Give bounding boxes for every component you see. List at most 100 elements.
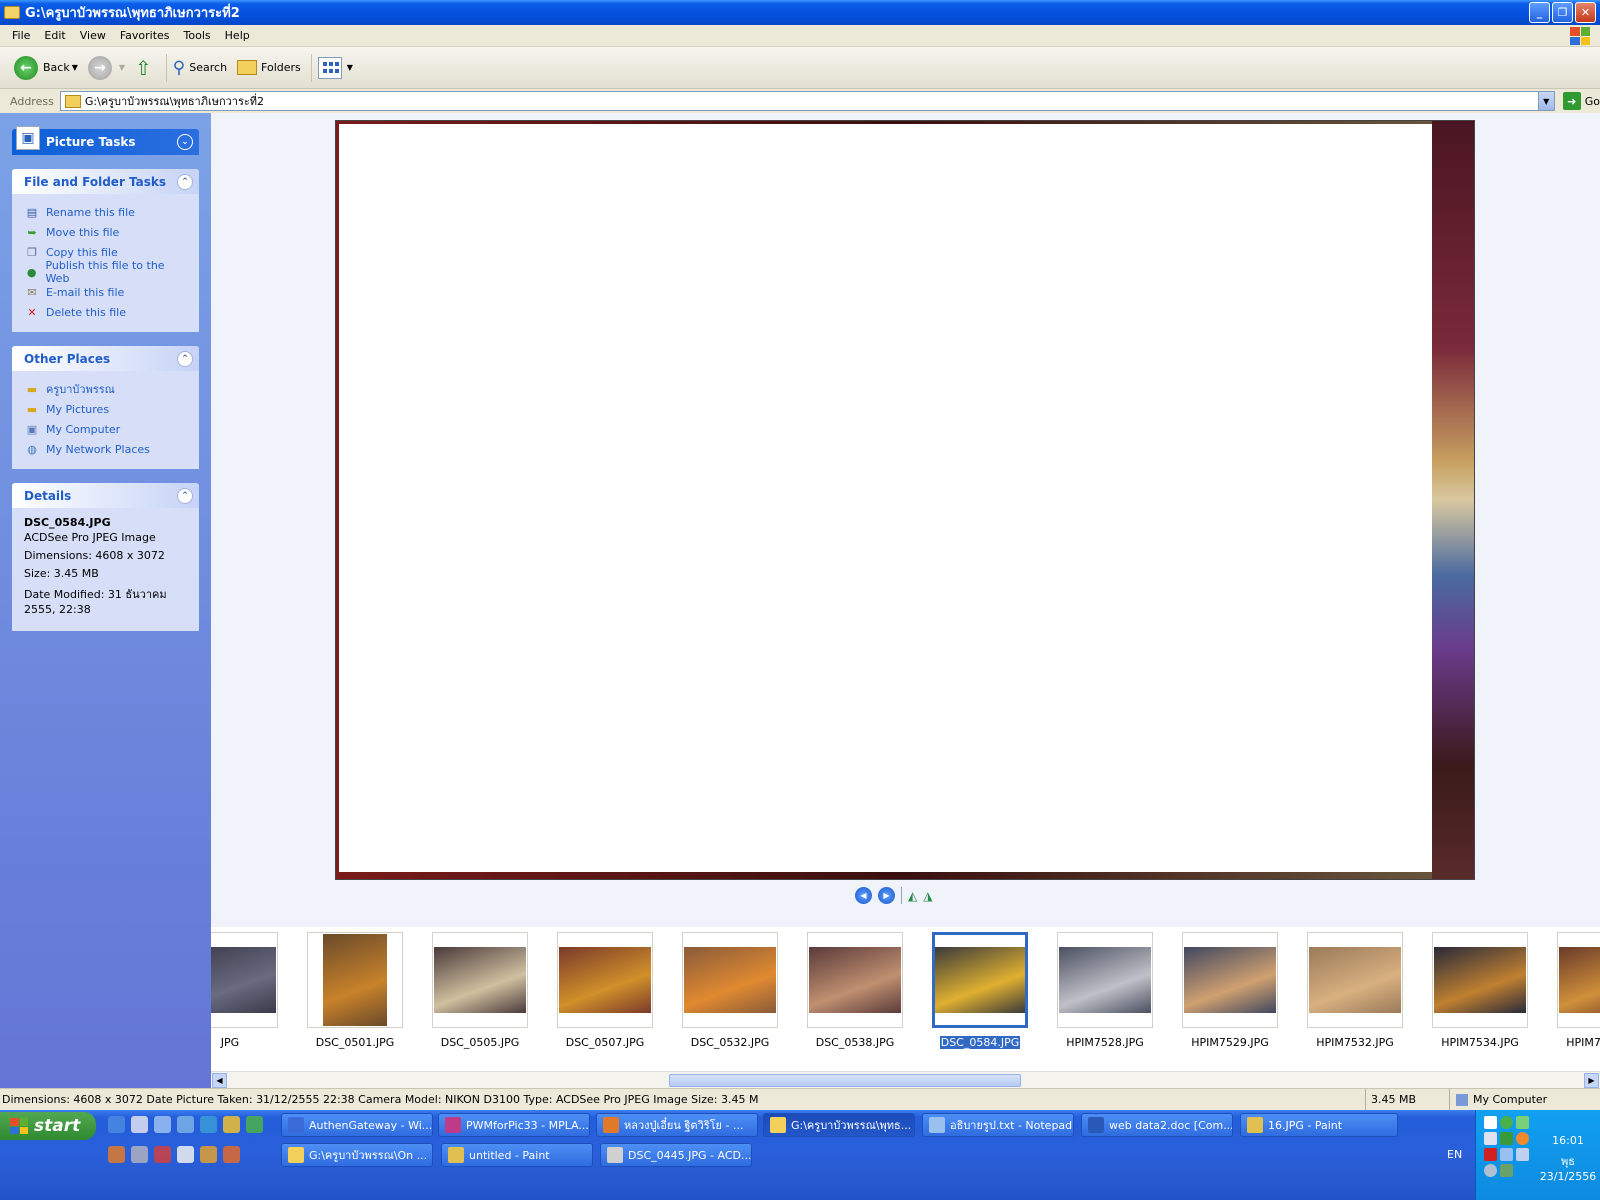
back-dropdown-icon[interactable]: ▼ bbox=[72, 63, 78, 72]
filmstrip-thumbnail[interactable]: HPIM7532.JPG bbox=[1307, 932, 1403, 1049]
place-my-computer[interactable]: ▣ My Computer bbox=[24, 419, 187, 439]
tray-icon[interactable] bbox=[1516, 1116, 1529, 1129]
quick-launch-icon[interactable] bbox=[246, 1116, 263, 1133]
picture-tasks-header[interactable]: ▣ Picture Tasks ⌄ bbox=[12, 126, 199, 155]
place-my-pictures[interactable]: ▬ My Pictures bbox=[24, 399, 187, 419]
filmstrip-thumbnail[interactable]: DSC_0505.JPG bbox=[432, 932, 528, 1049]
ati-icon[interactable] bbox=[1484, 1148, 1497, 1161]
go-button[interactable]: ➜ Go bbox=[1562, 92, 1600, 110]
forward-button[interactable]: → ▼ bbox=[87, 55, 125, 80]
place-parent-folder[interactable]: ▬ ครูบาบัวพรรณ bbox=[24, 379, 187, 399]
filmstrip-thumbnail[interactable]: DSC_0501.JPG bbox=[307, 932, 403, 1049]
clock-time[interactable]: 16:01 bbox=[1538, 1134, 1598, 1147]
collapse-chevron-icon[interactable]: ⌃ bbox=[177, 351, 193, 367]
tray-icon[interactable] bbox=[1484, 1132, 1497, 1145]
taskbar-window-button[interactable]: 16.JPG - Paint bbox=[1240, 1113, 1398, 1137]
details-size: Size: 3.45 MB bbox=[24, 567, 99, 580]
filmstrip-thumbnail[interactable]: HPIM7535.JPG bbox=[1557, 932, 1600, 1049]
quick-launch-icon[interactable] bbox=[131, 1146, 148, 1163]
menu-tools[interactable]: Tools bbox=[184, 29, 211, 42]
quick-launch-icon[interactable] bbox=[154, 1146, 171, 1163]
minimize-button[interactable]: _ bbox=[1529, 2, 1550, 23]
menu-edit[interactable]: Edit bbox=[44, 29, 65, 42]
taskbar-window-button[interactable]: G:\ครูบาบัวพรรณ\On ... bbox=[281, 1143, 433, 1167]
quick-launch-icon[interactable] bbox=[131, 1116, 148, 1133]
tray-icon[interactable] bbox=[1516, 1132, 1529, 1145]
filmstrip-thumbnail[interactable]: DSC_0532.JPG bbox=[682, 932, 778, 1049]
quick-launch-icon[interactable] bbox=[108, 1146, 125, 1163]
rename-file-link[interactable]: ▤ Rename this file bbox=[24, 202, 187, 222]
expand-chevron-icon[interactable]: ⌄ bbox=[177, 134, 193, 150]
app-icon bbox=[603, 1117, 619, 1133]
quick-launch-icon[interactable] bbox=[177, 1146, 194, 1163]
other-places-header[interactable]: Other Places ⌃ bbox=[12, 346, 199, 371]
filmstrip-thumbnail[interactable]: HPIM7528.JPG bbox=[1057, 932, 1153, 1049]
scroll-right-icon[interactable]: ▶ bbox=[1584, 1073, 1599, 1088]
previous-image-icon[interactable]: ◀ bbox=[855, 887, 872, 904]
filmstrip-thumbnail[interactable]: HPIM7534.JPG bbox=[1432, 932, 1528, 1049]
thumbnail-photo bbox=[809, 947, 901, 1013]
rotate-counterclockwise-icon[interactable]: ◮ bbox=[923, 889, 932, 903]
quick-launch-icon[interactable] bbox=[223, 1146, 240, 1163]
place-my-network-places[interactable]: ◍ My Network Places bbox=[24, 439, 187, 459]
taskbar-window-button[interactable]: อธิบายรูป.txt - Notepad bbox=[922, 1113, 1074, 1137]
quick-launch-icon[interactable] bbox=[154, 1116, 171, 1133]
quick-launch-icon[interactable] bbox=[200, 1146, 217, 1163]
quick-launch-icon[interactable] bbox=[108, 1116, 125, 1133]
thumbnail-label: DSC_0538.JPG bbox=[787, 1036, 923, 1049]
up-folder-button[interactable]: ⇧ bbox=[135, 56, 156, 80]
address-input[interactable]: G:\ครูบาบัวพรรณ\พุทธาภิเษกวาระที่2 ▼ bbox=[59, 91, 1555, 111]
folders-button[interactable]: Folders bbox=[237, 60, 301, 75]
taskbar-window-button[interactable]: หลวงปู่เอี๋ยน ฐิตวิริโย - ... bbox=[596, 1113, 758, 1137]
email-file-link[interactable]: ✉ E-mail this file bbox=[24, 282, 187, 302]
start-button[interactable]: start bbox=[0, 1112, 96, 1140]
taskbar-window-button[interactable]: web data2.doc [Com... bbox=[1081, 1113, 1233, 1137]
tray-icon[interactable] bbox=[1500, 1164, 1513, 1177]
taskbar-window-button[interactable]: untitled - Paint bbox=[441, 1143, 593, 1167]
scroll-left-icon[interactable]: ◀ bbox=[212, 1073, 227, 1088]
maximize-button[interactable]: ❐ bbox=[1552, 2, 1573, 23]
address-dropdown-icon[interactable]: ▼ bbox=[1537, 92, 1554, 110]
taskbar-window-button[interactable]: DSC_0445.JPG - ACD... bbox=[600, 1143, 752, 1167]
language-indicator[interactable]: EN bbox=[1447, 1148, 1462, 1161]
taskbar-window-button[interactable]: AuthenGateway - Wi... bbox=[281, 1113, 433, 1137]
move-file-link[interactable]: ➥ Move this file bbox=[24, 222, 187, 242]
tray-icon[interactable] bbox=[1516, 1148, 1529, 1161]
tray-icon[interactable] bbox=[1500, 1116, 1513, 1129]
rotate-clockwise-icon[interactable]: ◭ bbox=[908, 889, 917, 903]
forward-dropdown-icon[interactable]: ▼ bbox=[119, 63, 125, 72]
collapse-chevron-icon[interactable]: ⌃ bbox=[177, 488, 193, 504]
filmstrip-thumbnail[interactable]: JPG bbox=[211, 932, 278, 1049]
menu-view[interactable]: View bbox=[80, 29, 106, 42]
taskbar-window-button[interactable]: G:\ครูบาบัวพรรณ\พุทธ... bbox=[763, 1113, 915, 1137]
filmstrip-thumbnail[interactable]: DSC_0507.JPG bbox=[557, 932, 653, 1049]
filmstrip-thumbnail[interactable]: DSC_0538.JPG bbox=[807, 932, 903, 1049]
thumbnail-filename: HPIM7534.JPG bbox=[1441, 1036, 1519, 1049]
menu-file[interactable]: File bbox=[12, 29, 30, 42]
collapse-chevron-icon[interactable]: ⌃ bbox=[177, 174, 193, 190]
back-button[interactable]: ← Back ▼ bbox=[14, 55, 78, 80]
taskbar-window-button[interactable]: PWMforPic33 - MPLA... bbox=[438, 1113, 590, 1137]
scrollbar-thumb[interactable] bbox=[669, 1074, 1021, 1087]
tray-icon[interactable] bbox=[1484, 1164, 1497, 1177]
search-button[interactable]: ⚲ Search bbox=[173, 58, 227, 78]
filmstrip-thumbnail[interactable]: HPIM7529.JPG bbox=[1182, 932, 1278, 1049]
menu-help[interactable]: Help bbox=[225, 29, 250, 42]
details-header[interactable]: Details ⌃ bbox=[12, 483, 199, 508]
close-button[interactable]: ✕ bbox=[1575, 2, 1596, 23]
views-button[interactable]: ▼ bbox=[317, 56, 353, 79]
delete-file-link[interactable]: ✕ Delete this file bbox=[24, 302, 187, 322]
menu-favorites[interactable]: Favorites bbox=[120, 29, 170, 42]
quick-launch-icon[interactable] bbox=[177, 1116, 194, 1133]
tray-icon[interactable] bbox=[1500, 1148, 1513, 1161]
filmstrip-scrollbar[interactable]: ◀ ▶ bbox=[211, 1071, 1600, 1088]
filmstrip-thumbnail[interactable]: DSC_0584.JPG bbox=[932, 932, 1028, 1049]
publish-file-link[interactable]: ● Publish this file to the Web bbox=[24, 259, 187, 285]
quick-launch-icon[interactable] bbox=[223, 1116, 240, 1133]
next-image-icon[interactable]: ▶ bbox=[878, 887, 895, 904]
taskbar-button-label: web data2.doc [Com... bbox=[1109, 1118, 1233, 1132]
quick-launch-icon[interactable] bbox=[200, 1116, 217, 1133]
file-folder-tasks-header[interactable]: File and Folder Tasks ⌃ bbox=[12, 169, 199, 194]
tray-icon[interactable] bbox=[1484, 1116, 1497, 1129]
tray-icon[interactable] bbox=[1500, 1132, 1513, 1145]
